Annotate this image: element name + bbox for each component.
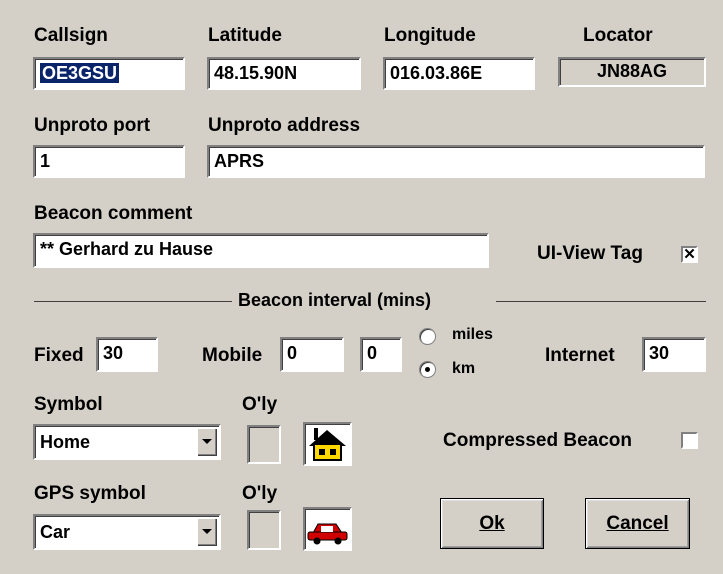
unproto-port-field[interactable]: 1 <box>33 145 185 178</box>
overlay-box[interactable] <box>247 425 281 464</box>
cancel-button[interactable]: Cancel <box>585 498 690 549</box>
miles-radio[interactable] <box>419 328 436 345</box>
uiview-tag-checkbox[interactable]: ✕ <box>681 246 698 263</box>
separator-left <box>34 301 232 302</box>
locator-label: Locator <box>583 25 653 46</box>
km-label: km <box>452 360 476 377</box>
callsign-label: Callsign <box>34 25 108 46</box>
ok-button[interactable]: Ok <box>440 498 544 549</box>
unproto-address-field[interactable]: APRS <box>207 145 705 178</box>
house-icon[interactable] <box>303 422 352 466</box>
callsign-value: OE3GSU <box>40 63 120 83</box>
symbol-label: Symbol <box>34 394 103 415</box>
uiview-tag-label: UI-View Tag <box>537 243 643 264</box>
gps-overlay-label: O'ly <box>242 483 278 504</box>
chevron-down-icon[interactable] <box>197 428 217 456</box>
gps-overlay-box[interactable] <box>247 510 281 550</box>
compressed-beacon-checkbox[interactable] <box>681 432 698 449</box>
beacon-comment-field[interactable]: ** Gerhard zu Hause <box>33 233 489 268</box>
ok-button-label: Ok <box>479 513 505 534</box>
cancel-button-label: Cancel <box>606 513 669 534</box>
gps-symbol-label: GPS symbol <box>34 483 146 504</box>
latitude-field[interactable]: 48.15.90N <box>207 57 361 90</box>
checkmark-icon: ✕ <box>683 246 696 263</box>
symbol-combobox-value: Home <box>40 432 91 452</box>
mobile-label: Mobile <box>202 345 263 366</box>
locator-field: JN88AG <box>558 57 706 87</box>
internet-field[interactable]: 30 <box>642 337 706 372</box>
unproto-address-label: Unproto address <box>208 115 361 136</box>
separator-right <box>496 301 706 302</box>
internet-label: Internet <box>545 345 615 366</box>
overlay-label: O'ly <box>242 394 278 415</box>
fixed-label: Fixed <box>34 345 84 366</box>
gps-symbol-combobox[interactable]: Car <box>33 514 221 550</box>
chevron-down-icon[interactable] <box>197 518 217 546</box>
latitude-label: Latitude <box>208 25 282 46</box>
mobile-field-2[interactable]: 0 <box>360 337 402 372</box>
beacon-interval-title: Beacon interval (mins) <box>238 290 432 310</box>
miles-label: miles <box>452 326 493 343</box>
compressed-beacon-label: Compressed Beacon <box>443 430 633 451</box>
callsign-field[interactable]: OE3GSU <box>33 57 185 90</box>
symbol-combobox[interactable]: Home <box>33 424 221 460</box>
km-radio[interactable] <box>419 361 436 378</box>
gps-symbol-combobox-value: Car <box>40 522 71 542</box>
fixed-field[interactable]: 30 <box>96 337 158 372</box>
longitude-label: Longitude <box>384 25 476 46</box>
longitude-field[interactable]: 016.03.86E <box>383 57 535 90</box>
unproto-port-label: Unproto port <box>34 115 151 136</box>
car-icon[interactable] <box>303 507 352 551</box>
beacon-comment-label: Beacon comment <box>34 203 193 224</box>
mobile-field-1[interactable]: 0 <box>280 337 344 372</box>
